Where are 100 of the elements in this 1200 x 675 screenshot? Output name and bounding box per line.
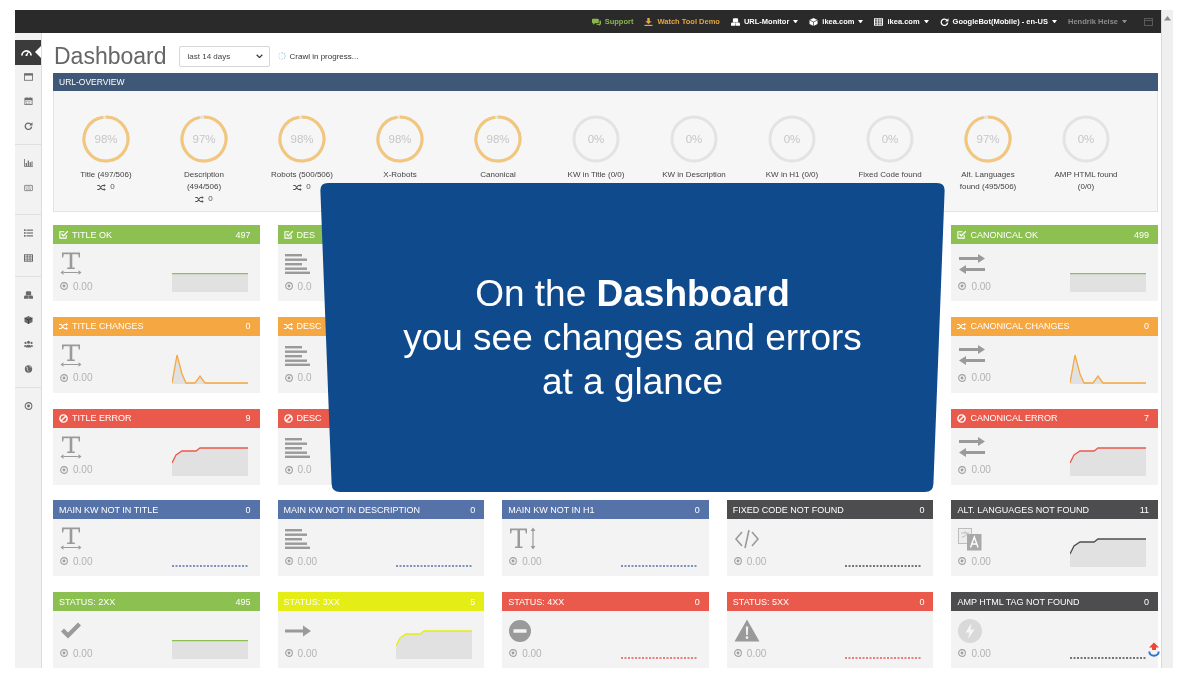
card-count: 497 — [235, 229, 251, 240]
card-title: TITLE CHANGES — [72, 321, 144, 332]
card-count: 0 — [245, 504, 251, 515]
metric-value: 0.00 — [297, 647, 318, 659]
target-icon — [733, 649, 742, 657]
card-count: 0 — [694, 504, 700, 515]
ban-icon — [283, 413, 293, 423]
card-count: 495 — [235, 596, 251, 607]
metric-value: 0.00 — [971, 372, 991, 384]
card-title: CANONICAL OK — [970, 229, 1039, 240]
target-icon — [60, 373, 68, 382]
change-count: 0 — [208, 193, 213, 205]
progress-ring — [474, 115, 522, 163]
card-title: STATUS: 2XX — [59, 596, 116, 607]
text-width-icon — [60, 527, 82, 551]
window-icon — [1144, 17, 1153, 26]
globe-icon — [23, 364, 33, 373]
table-icon — [874, 17, 884, 26]
sidebar-item[interactable] — [15, 40, 41, 65]
chevron-down-icon — [255, 53, 263, 59]
change-count: 0 — [110, 181, 115, 193]
metric-value: 0.00 — [746, 647, 767, 659]
card-count: 0 — [694, 596, 700, 607]
arrow-right-icon — [284, 624, 311, 637]
gauge-label: KW in Title (0/0) — [566, 169, 626, 181]
progress-ring — [82, 115, 130, 163]
ban-icon — [957, 413, 967, 423]
target-icon — [958, 282, 967, 290]
target-icon — [958, 465, 967, 474]
scrollbar[interactable] — [1161, 10, 1173, 668]
progress-ring — [278, 115, 326, 163]
target-icon — [284, 465, 293, 474]
sync-arrows-icon — [1148, 642, 1160, 657]
card-count: 0 — [919, 596, 925, 607]
translate-icon — [958, 526, 983, 551]
target-icon — [733, 557, 742, 566]
caret-icon — [858, 19, 864, 24]
checked-box-icon — [957, 230, 967, 239]
text-lines-icon — [284, 253, 310, 274]
target-icon — [509, 557, 518, 566]
target-icon — [60, 649, 68, 657]
card-title: STATUS: 3XX — [283, 596, 340, 607]
gauge-label: X-Robots — [382, 169, 418, 181]
exchange-icon — [958, 344, 987, 367]
gauge-label: AMP HTML found (0/0) — [1053, 169, 1119, 193]
card-title: CANONICAL CHANGES — [970, 321, 1070, 332]
checked-box-icon — [59, 230, 68, 239]
card-title: TITLE ERROR — [72, 413, 132, 423]
text-width-icon — [60, 435, 82, 459]
text-width-icon — [60, 343, 82, 367]
callout-text: On the Dashboard you see changes and errors at a glance — [403, 271, 862, 404]
metric-value: 0.00 — [522, 555, 542, 567]
cubes-icon — [730, 17, 740, 26]
warning-icon — [733, 619, 760, 642]
lightning-circle-icon — [958, 618, 983, 643]
page-title: Dashboard — [54, 44, 167, 68]
caret-icon — [923, 19, 929, 24]
shuffle-icon — [293, 183, 303, 191]
card-count: 9 — [245, 413, 251, 423]
gauge-label: Canonical — [479, 169, 517, 181]
shuffle-icon — [283, 321, 293, 331]
code-icon — [733, 528, 760, 549]
change-count: 0 — [306, 181, 311, 193]
card-count: 11 — [1139, 504, 1149, 515]
list-icon — [23, 229, 33, 238]
card-title: CANONICAL ERROR — [970, 413, 1058, 423]
target-icon — [284, 373, 293, 382]
card-title: TITLE OK — [72, 229, 112, 240]
shuffle-icon — [195, 195, 205, 203]
ban-icon — [59, 413, 68, 423]
keyboard-icon — [23, 183, 33, 192]
checked-box-icon — [283, 230, 293, 239]
progress-ring — [964, 115, 1012, 163]
card-title: AMP HTML TAG NOT FOUND — [957, 596, 1080, 607]
card-count: 7 — [1144, 413, 1149, 423]
card-count: 0 — [245, 321, 251, 332]
card-title: STATUS: 4XX — [508, 596, 565, 607]
download-icon — [644, 17, 654, 26]
chat-icon — [591, 17, 601, 26]
progress-ring — [376, 115, 424, 163]
metric-value: 0.00 — [971, 647, 991, 659]
shuffle-icon — [59, 321, 68, 331]
target-icon — [60, 282, 68, 290]
progress-ring — [180, 115, 228, 163]
exchange-icon — [958, 252, 987, 275]
table-icon — [23, 253, 33, 262]
date-range-select[interactable]: last 14 days — [178, 45, 270, 67]
target-icon — [509, 649, 518, 657]
card-title: ALT. LANGUAGES NOT FOUND — [957, 504, 1090, 515]
caret-icon — [1051, 19, 1057, 24]
card-title: STATUS: 5XX — [732, 596, 789, 607]
bar-chart-icon — [23, 159, 33, 168]
refresh-icon — [23, 121, 33, 130]
target-icon — [958, 373, 967, 382]
card-title: DESC — [296, 321, 322, 332]
card-title: MAIN KW NOT IN H1 — [508, 504, 595, 515]
shuffle-icon — [957, 321, 967, 331]
card-count: 0 — [1144, 596, 1149, 607]
card-count: 0 — [470, 504, 476, 515]
target-icon — [23, 402, 33, 411]
